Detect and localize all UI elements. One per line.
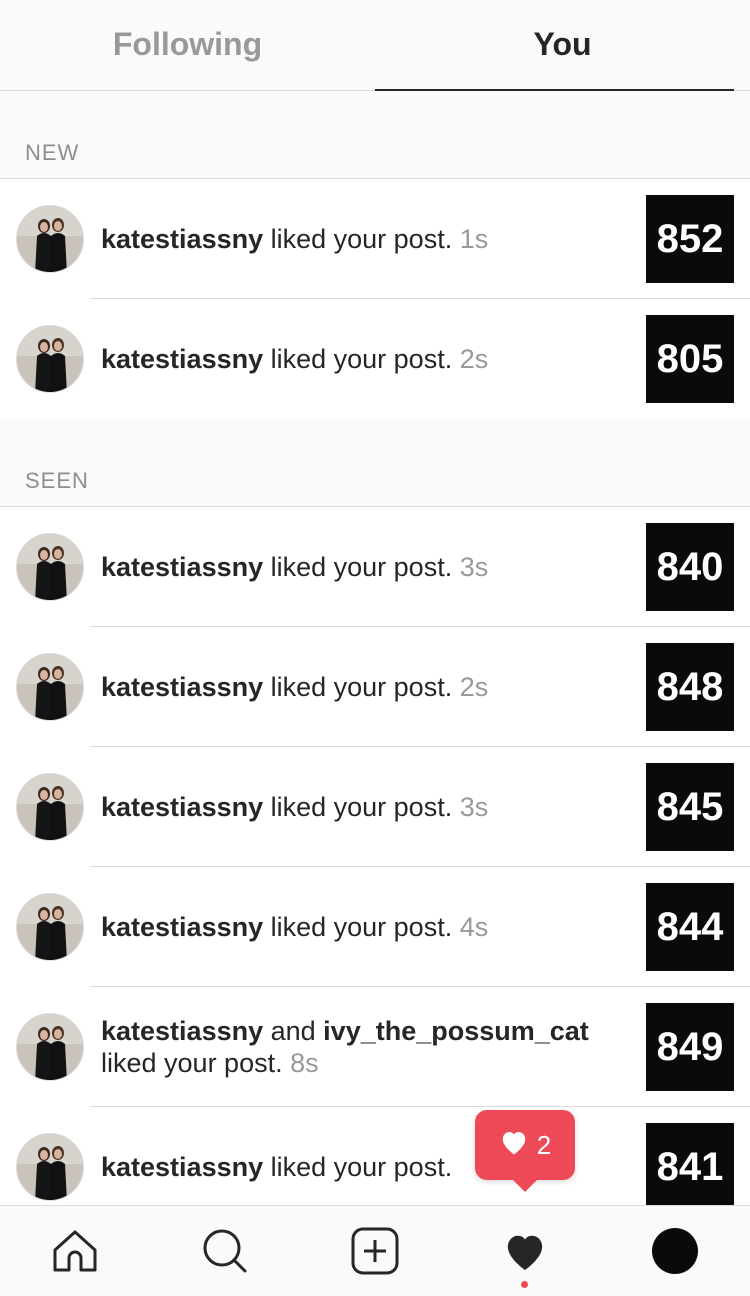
activity-row[interactable]: katestiassny liked your post. 2s 848 [0, 627, 750, 747]
avatar[interactable] [16, 325, 84, 393]
activity-tabs: Following You [0, 0, 750, 91]
activity-row[interactable]: katestiassny liked your post. 4s 844 [0, 867, 750, 987]
add-post-icon[interactable] [325, 1206, 425, 1296]
avatar[interactable] [16, 205, 84, 273]
timestamp: 2s [459, 672, 489, 702]
activity-text: katestiassny liked your post. 2s [101, 627, 620, 747]
post-thumbnail[interactable]: 841 [646, 1123, 734, 1211]
username-link[interactable]: katestiassny [101, 344, 263, 374]
action-text: liked your post. [263, 224, 460, 254]
post-thumbnail[interactable]: 848 [646, 643, 734, 731]
search-icon[interactable] [175, 1206, 275, 1296]
section-label-new: NEW [25, 140, 80, 165]
section-header-new: NEW [0, 91, 750, 179]
activity-text: katestiassny and ivy_the_possum_catliked… [101, 987, 620, 1107]
post-thumbnail[interactable]: 844 [646, 883, 734, 971]
conjunction-text: and [263, 1016, 324, 1046]
activity-indicator-dot [521, 1281, 528, 1288]
action-text: liked your post. [101, 1048, 291, 1078]
activity-text: katestiassny liked your post. 3s [101, 747, 620, 867]
section-label-seen: SEEN [25, 468, 89, 493]
profile-avatar-icon[interactable] [625, 1206, 725, 1296]
activity-row[interactable]: katestiassny liked your post. 3s 845 [0, 747, 750, 867]
activity-row[interactable]: katestiassny and ivy_the_possum_catliked… [0, 987, 750, 1107]
avatar[interactable] [16, 773, 84, 841]
timestamp: 3s [459, 792, 489, 822]
action-text: liked your post. [263, 912, 460, 942]
post-thumbnail[interactable]: 840 [646, 523, 734, 611]
username-link[interactable]: katestiassny [101, 552, 263, 582]
section-header-seen: SEEN [0, 419, 750, 507]
activity-row[interactable]: katestiassny liked your post. 1s 852 [0, 179, 750, 299]
avatar[interactable] [16, 1013, 84, 1081]
seen-activity-list: katestiassny liked your post. 3s 840 kates… [0, 507, 750, 1227]
avatar[interactable] [16, 893, 84, 961]
timestamp: 4s [459, 912, 489, 942]
tab-following[interactable]: Following [0, 0, 375, 90]
activity-row[interactable]: katestiassny liked your post. 2s 805 [0, 299, 750, 419]
action-text: liked your post. [263, 344, 460, 374]
username-link[interactable]: katestiassny [101, 912, 263, 942]
action-text: liked your post. [263, 792, 460, 822]
action-text: liked your post. [263, 672, 460, 702]
notification-count: 2 [536, 1129, 552, 1160]
username-link[interactable]: katestiassny [101, 672, 263, 702]
username-link[interactable]: katestiassny [101, 1016, 263, 1046]
username-link[interactable]: ivy_the_possum_cat [323, 1016, 589, 1046]
avatar[interactable] [16, 1133, 84, 1201]
new-activity-list: katestiassny liked your post. 1s 852 kates… [0, 179, 750, 419]
home-icon[interactable] [25, 1206, 125, 1296]
activity-text: katestiassny liked your post. 3s [101, 507, 620, 627]
timestamp: 1s [459, 224, 489, 254]
heart-icon [499, 1128, 529, 1163]
post-thumbnail[interactable]: 852 [646, 195, 734, 283]
activity-row[interactable]: katestiassny liked your post. 3s 840 [0, 507, 750, 627]
timestamp: 2s [459, 344, 489, 374]
avatar[interactable] [16, 533, 84, 601]
likes-notification-bubble[interactable]: 2 [475, 1110, 575, 1192]
tab-you[interactable]: You [375, 0, 750, 91]
username-link[interactable]: katestiassny [101, 1152, 263, 1182]
activity-text: katestiassny liked your post. 2s [101, 299, 620, 419]
bottom-navigation [0, 1205, 750, 1296]
activity-text: katestiassny liked your post. 4s [101, 867, 620, 987]
timestamp: 8s [290, 1048, 319, 1078]
post-thumbnail[interactable]: 849 [646, 1003, 734, 1091]
action-text: liked your post. [263, 1152, 453, 1182]
post-thumbnail[interactable]: 845 [646, 763, 734, 851]
timestamp: 3s [459, 552, 489, 582]
username-link[interactable]: katestiassny [101, 792, 263, 822]
avatar[interactable] [16, 653, 84, 721]
post-thumbnail[interactable]: 805 [646, 315, 734, 403]
activity-text: katestiassny liked your post. 1s [101, 179, 620, 299]
username-link[interactable]: katestiassny [101, 224, 263, 254]
action-text: liked your post. [263, 552, 460, 582]
